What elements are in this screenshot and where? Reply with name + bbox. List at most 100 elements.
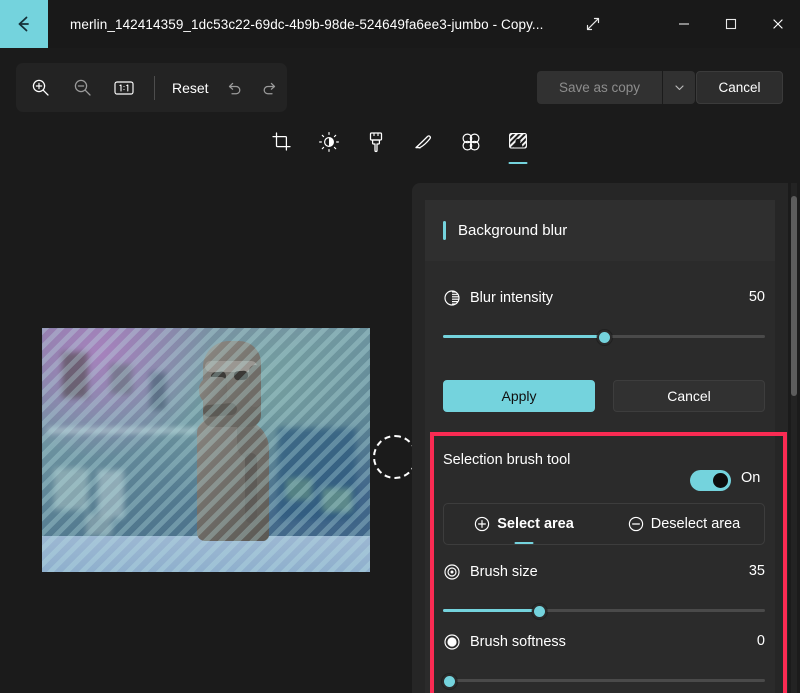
select-mode-segmented-control: Select area Deselect area xyxy=(443,503,765,545)
tool-underline xyxy=(272,162,291,165)
editor-tool-strip xyxy=(258,128,542,170)
panel-scrollbar-thumb[interactable] xyxy=(791,196,797,396)
save-as-copy-split-button[interactable]: Save as copy xyxy=(537,71,696,104)
background-shape xyxy=(286,478,312,500)
tool-crop[interactable] xyxy=(258,128,305,170)
background-shape xyxy=(54,468,88,510)
expand-icon xyxy=(586,17,600,31)
window-title: merlin_142414359_1dc53c22-69dc-4b9b-98de… xyxy=(70,16,544,32)
maximize-button[interactable] xyxy=(708,0,754,48)
selection-brush-toggle[interactable] xyxy=(690,470,731,491)
brush-size-icon xyxy=(444,564,460,580)
tool-filters[interactable] xyxy=(353,128,400,170)
slider-thumb[interactable] xyxy=(442,673,457,689)
panel-header: Background blur xyxy=(425,200,775,261)
undo-button[interactable] xyxy=(217,68,251,108)
brush-softness-slider[interactable] xyxy=(442,672,765,690)
zoom-out-button[interactable] xyxy=(64,68,100,108)
panel-inner-card: Background blur Blur intensity 50 Apply … xyxy=(425,200,775,693)
blur-intensity-icon xyxy=(444,290,460,306)
slider-track xyxy=(443,679,765,682)
statue-eye-right xyxy=(233,370,249,381)
tool-erase[interactable] xyxy=(447,128,494,170)
brightness-icon xyxy=(319,132,339,152)
tool-markup[interactable] xyxy=(400,128,447,170)
maximize-icon xyxy=(725,18,737,30)
zoom-in-button[interactable] xyxy=(22,68,58,108)
blur-intensity-slider[interactable] xyxy=(443,328,765,346)
blur-intensity-label-group: Blur intensity xyxy=(443,289,553,307)
redo-icon xyxy=(263,82,276,94)
zoom-toolbar: Reset xyxy=(16,63,287,112)
slider-thumb[interactable] xyxy=(596,329,612,345)
tool-underline xyxy=(508,161,528,164)
crop-icon xyxy=(272,132,291,151)
tool-underline xyxy=(367,162,386,165)
tool-underline xyxy=(461,162,480,165)
select-area-label: Select area xyxy=(497,516,574,532)
deselect-area-tab[interactable]: Deselect area xyxy=(604,504,764,544)
image-canvas-area[interactable] xyxy=(0,176,411,693)
statue-nose xyxy=(199,377,227,405)
statue-arm xyxy=(245,453,257,523)
brush-size-label-group: Brush size xyxy=(443,563,538,581)
chevron-down-icon xyxy=(674,85,684,91)
back-button[interactable] xyxy=(0,0,48,48)
actual-size-button[interactable] xyxy=(106,68,142,108)
selection-brush-toggle-state: On xyxy=(741,470,761,486)
redo-button[interactable] xyxy=(253,68,287,108)
cancel-button[interactable]: Cancel xyxy=(696,71,783,104)
select-area-tab[interactable]: Select area xyxy=(444,504,604,544)
minimize-button[interactable] xyxy=(661,0,707,48)
slider-thumb[interactable] xyxy=(532,603,548,619)
background-shape xyxy=(322,488,352,512)
brush-cursor-circle xyxy=(373,435,417,479)
segment-underline xyxy=(675,542,694,545)
background-blur-icon xyxy=(509,133,528,149)
minimize-icon xyxy=(679,23,689,25)
statue-ear xyxy=(249,365,261,407)
photos-editor-window: merlin_142414359_1dc53c22-69dc-4b9b-98de… xyxy=(0,0,800,693)
background-shape xyxy=(98,470,124,518)
retouch-icon xyxy=(462,133,480,151)
slider-fill xyxy=(443,335,604,338)
background-shape xyxy=(86,514,112,536)
background-shape xyxy=(62,352,88,398)
plus-circle-icon xyxy=(475,516,490,532)
tool-underline xyxy=(414,162,433,165)
panel-cancel-button[interactable]: Cancel xyxy=(613,380,765,412)
brush-size-label: Brush size xyxy=(470,564,538,580)
expand-button[interactable] xyxy=(570,0,616,48)
back-arrow-icon xyxy=(18,16,29,32)
marker-pen-icon xyxy=(415,135,431,149)
tool-adjustment[interactable] xyxy=(305,128,352,170)
zoom-out-icon xyxy=(74,79,91,96)
toolbar-divider xyxy=(154,75,155,100)
edited-photo[interactable] xyxy=(42,328,370,572)
background-shape xyxy=(150,372,166,410)
zoom-in-icon xyxy=(32,79,49,96)
save-as-copy-button[interactable]: Save as copy xyxy=(537,71,663,104)
panel-title: Background blur xyxy=(458,222,568,239)
deselect-area-label: Deselect area xyxy=(650,516,741,532)
title-bar: merlin_142414359_1dc53c22-69dc-4b9b-98de… xyxy=(0,0,800,48)
one-to-one-icon xyxy=(114,80,134,95)
brush-softness-icon xyxy=(444,634,460,650)
blur-intensity-value: 50 xyxy=(748,289,765,305)
undo-icon xyxy=(228,82,241,94)
brush-size-slider[interactable] xyxy=(443,602,765,620)
segment-underline xyxy=(514,541,534,544)
tool-background-blur[interactable] xyxy=(495,128,542,170)
toggle-knob xyxy=(713,473,728,488)
brush-softness-label: Brush softness xyxy=(470,634,566,650)
close-icon xyxy=(773,19,783,29)
brush-size-value: 35 xyxy=(748,563,765,579)
reset-button[interactable]: Reset xyxy=(166,72,215,104)
minus-circle-icon xyxy=(628,516,643,532)
background-shape xyxy=(110,364,132,394)
apply-button[interactable]: Apply xyxy=(443,380,595,412)
close-button[interactable] xyxy=(755,0,800,48)
pedestal xyxy=(42,536,370,572)
save-options-dropdown-button[interactable] xyxy=(663,71,696,104)
tool-underline xyxy=(319,162,338,165)
